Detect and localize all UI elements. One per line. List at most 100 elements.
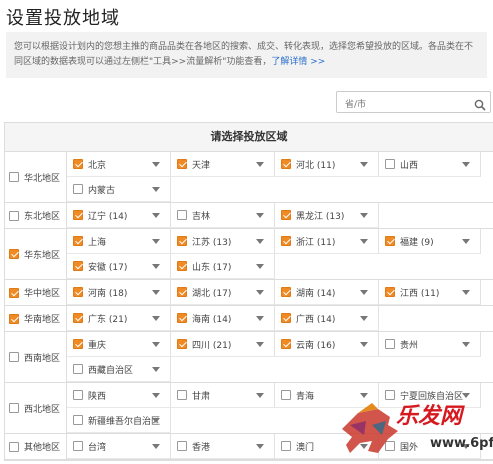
province-item[interactable]: 新疆维吾尔自治区	[67, 408, 171, 433]
chevron-down-icon[interactable]	[462, 162, 470, 167]
province-checkbox[interactable]	[177, 390, 187, 400]
province-checkbox[interactable]	[177, 159, 187, 169]
chevron-down-icon[interactable]	[152, 393, 160, 398]
province-checkbox[interactable]	[281, 210, 291, 220]
chevron-down-icon[interactable]	[360, 316, 368, 321]
province-checkbox[interactable]	[385, 236, 395, 246]
region-select[interactable]: 华南地区	[5, 306, 67, 331]
province-checkbox[interactable]	[281, 236, 291, 246]
search-icon[interactable]	[474, 96, 486, 115]
province-item[interactable]: 上海	[67, 229, 171, 254]
province-item[interactable]: 北京	[67, 152, 171, 177]
province-checkbox[interactable]	[177, 441, 187, 451]
chevron-down-icon[interactable]	[256, 264, 264, 269]
chevron-down-icon[interactable]	[360, 239, 368, 244]
province-checkbox[interactable]	[281, 390, 291, 400]
province-item[interactable]: 江苏 (13)	[171, 229, 275, 254]
region-checkbox[interactable]	[9, 287, 19, 298]
province-item[interactable]: 吉林	[171, 203, 275, 228]
chevron-down-icon[interactable]	[152, 342, 160, 347]
province-item[interactable]: 四川 (21)	[171, 332, 275, 357]
province-item[interactable]: 山西	[379, 152, 481, 177]
province-item[interactable]: 海南 (14)	[171, 306, 275, 331]
province-item[interactable]: 贵州	[379, 332, 481, 357]
province-item[interactable]: 安徽 (17)	[67, 254, 171, 279]
chevron-down-icon[interactable]	[462, 239, 470, 244]
province-checkbox[interactable]	[281, 339, 291, 349]
chevron-down-icon[interactable]	[256, 393, 264, 398]
province-checkbox[interactable]	[73, 364, 83, 374]
chevron-down-icon[interactable]	[152, 316, 160, 321]
province-checkbox[interactable]	[177, 210, 187, 220]
province-checkbox[interactable]	[73, 184, 83, 194]
province-checkbox[interactable]	[177, 287, 187, 297]
province-item[interactable]: 内蒙古	[67, 177, 171, 202]
chevron-down-icon[interactable]	[462, 290, 470, 295]
region-checkbox[interactable]	[9, 352, 19, 362]
province-checkbox[interactable]	[73, 390, 83, 400]
province-item[interactable]: 黑龙江 (13)	[275, 203, 379, 228]
province-item[interactable]: 辽宁 (14)	[67, 203, 171, 228]
province-item[interactable]: 香港	[171, 434, 275, 459]
province-checkbox[interactable]	[73, 159, 83, 169]
province-item[interactable]: 云南 (16)	[275, 332, 379, 357]
chevron-down-icon[interactable]	[462, 342, 470, 347]
search-input[interactable]	[343, 95, 472, 115]
chevron-down-icon[interactable]	[152, 264, 160, 269]
chevron-down-icon[interactable]	[360, 213, 368, 218]
chevron-down-icon[interactable]	[256, 162, 264, 167]
province-item[interactable]: 河北 (11)	[275, 152, 379, 177]
region-select[interactable]: 西南地区	[5, 332, 67, 382]
chevron-down-icon[interactable]	[256, 444, 264, 449]
province-item[interactable]: 西藏自治区	[67, 357, 171, 382]
region-checkbox[interactable]	[9, 403, 19, 413]
chevron-down-icon[interactable]	[256, 316, 264, 321]
province-checkbox[interactable]	[385, 287, 395, 297]
province-item[interactable]: 山东 (17)	[171, 254, 275, 279]
province-checkbox[interactable]	[73, 261, 83, 271]
region-select[interactable]: 西北地区	[5, 383, 67, 433]
province-item[interactable]: 湖南 (14)	[275, 280, 379, 305]
chevron-down-icon[interactable]	[256, 290, 264, 295]
province-checkbox[interactable]	[73, 287, 83, 297]
province-item[interactable]: 天津	[171, 152, 275, 177]
province-checkbox[interactable]	[385, 159, 395, 169]
chevron-down-icon[interactable]	[360, 290, 368, 295]
province-checkbox[interactable]	[281, 287, 291, 297]
province-item[interactable]: 重庆	[67, 332, 171, 357]
province-checkbox[interactable]	[73, 415, 83, 425]
chevron-down-icon[interactable]	[256, 213, 264, 218]
province-checkbox[interactable]	[281, 159, 291, 169]
province-checkbox[interactable]	[385, 339, 395, 349]
province-checkbox[interactable]	[177, 313, 187, 323]
province-item[interactable]: 甘肃	[171, 383, 275, 408]
region-checkbox[interactable]	[9, 210, 19, 221]
chevron-down-icon[interactable]	[360, 162, 368, 167]
province-item[interactable]: 台湾	[67, 434, 171, 459]
chevron-down-icon[interactable]	[152, 187, 160, 192]
province-checkbox[interactable]	[281, 313, 291, 323]
chevron-down-icon[interactable]	[152, 239, 160, 244]
region-select[interactable]: 华东地区	[5, 229, 67, 279]
region-select[interactable]: 华北地区	[5, 152, 67, 202]
province-item[interactable]: 广东 (21)	[67, 306, 171, 331]
province-item[interactable]: 湖北 (17)	[171, 280, 275, 305]
chevron-down-icon[interactable]	[152, 418, 160, 423]
province-item[interactable]: 河南 (18)	[67, 280, 171, 305]
province-item[interactable]: 福建 (9)	[379, 229, 481, 254]
province-item[interactable]: 广西 (14)	[275, 306, 379, 331]
region-select[interactable]: 东北地区	[5, 203, 67, 228]
chevron-down-icon[interactable]	[152, 213, 160, 218]
region-checkbox[interactable]	[9, 313, 19, 324]
region-select[interactable]: 华中地区	[5, 280, 67, 305]
region-select[interactable]: 其他地区	[5, 434, 67, 459]
chevron-down-icon[interactable]	[152, 290, 160, 295]
province-checkbox[interactable]	[177, 236, 187, 246]
chevron-down-icon[interactable]	[152, 444, 160, 449]
province-checkbox[interactable]	[73, 339, 83, 349]
province-checkbox[interactable]	[73, 236, 83, 246]
learn-more-link[interactable]: 了解详情 >>	[271, 57, 325, 67]
region-checkbox[interactable]	[9, 172, 19, 182]
province-checkbox[interactable]	[73, 441, 83, 451]
province-checkbox[interactable]	[281, 441, 291, 451]
